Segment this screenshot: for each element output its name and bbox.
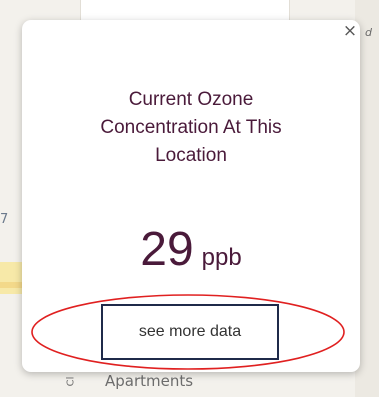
see-more-data-button[interactable]: see more data [101,304,279,360]
popup-title-line-2: Concentration At This [100,117,282,138]
map-left-label: 7 [0,212,9,227]
map-right-label: d [365,26,372,39]
ozone-value: 29 [140,223,194,276]
popup-title-line-1: Current Ozone [128,89,254,110]
ozone-reading: 29 ppb [22,222,360,278]
map-place-label: Apartments [105,372,194,390]
popup-title: Current Ozone Concentration At This Loca… [22,86,360,170]
ozone-unit: ppb [201,244,242,271]
popup-title-line-3: Location [155,145,227,166]
close-icon[interactable]: × [342,22,358,40]
map-street-label: Cl [65,376,77,387]
